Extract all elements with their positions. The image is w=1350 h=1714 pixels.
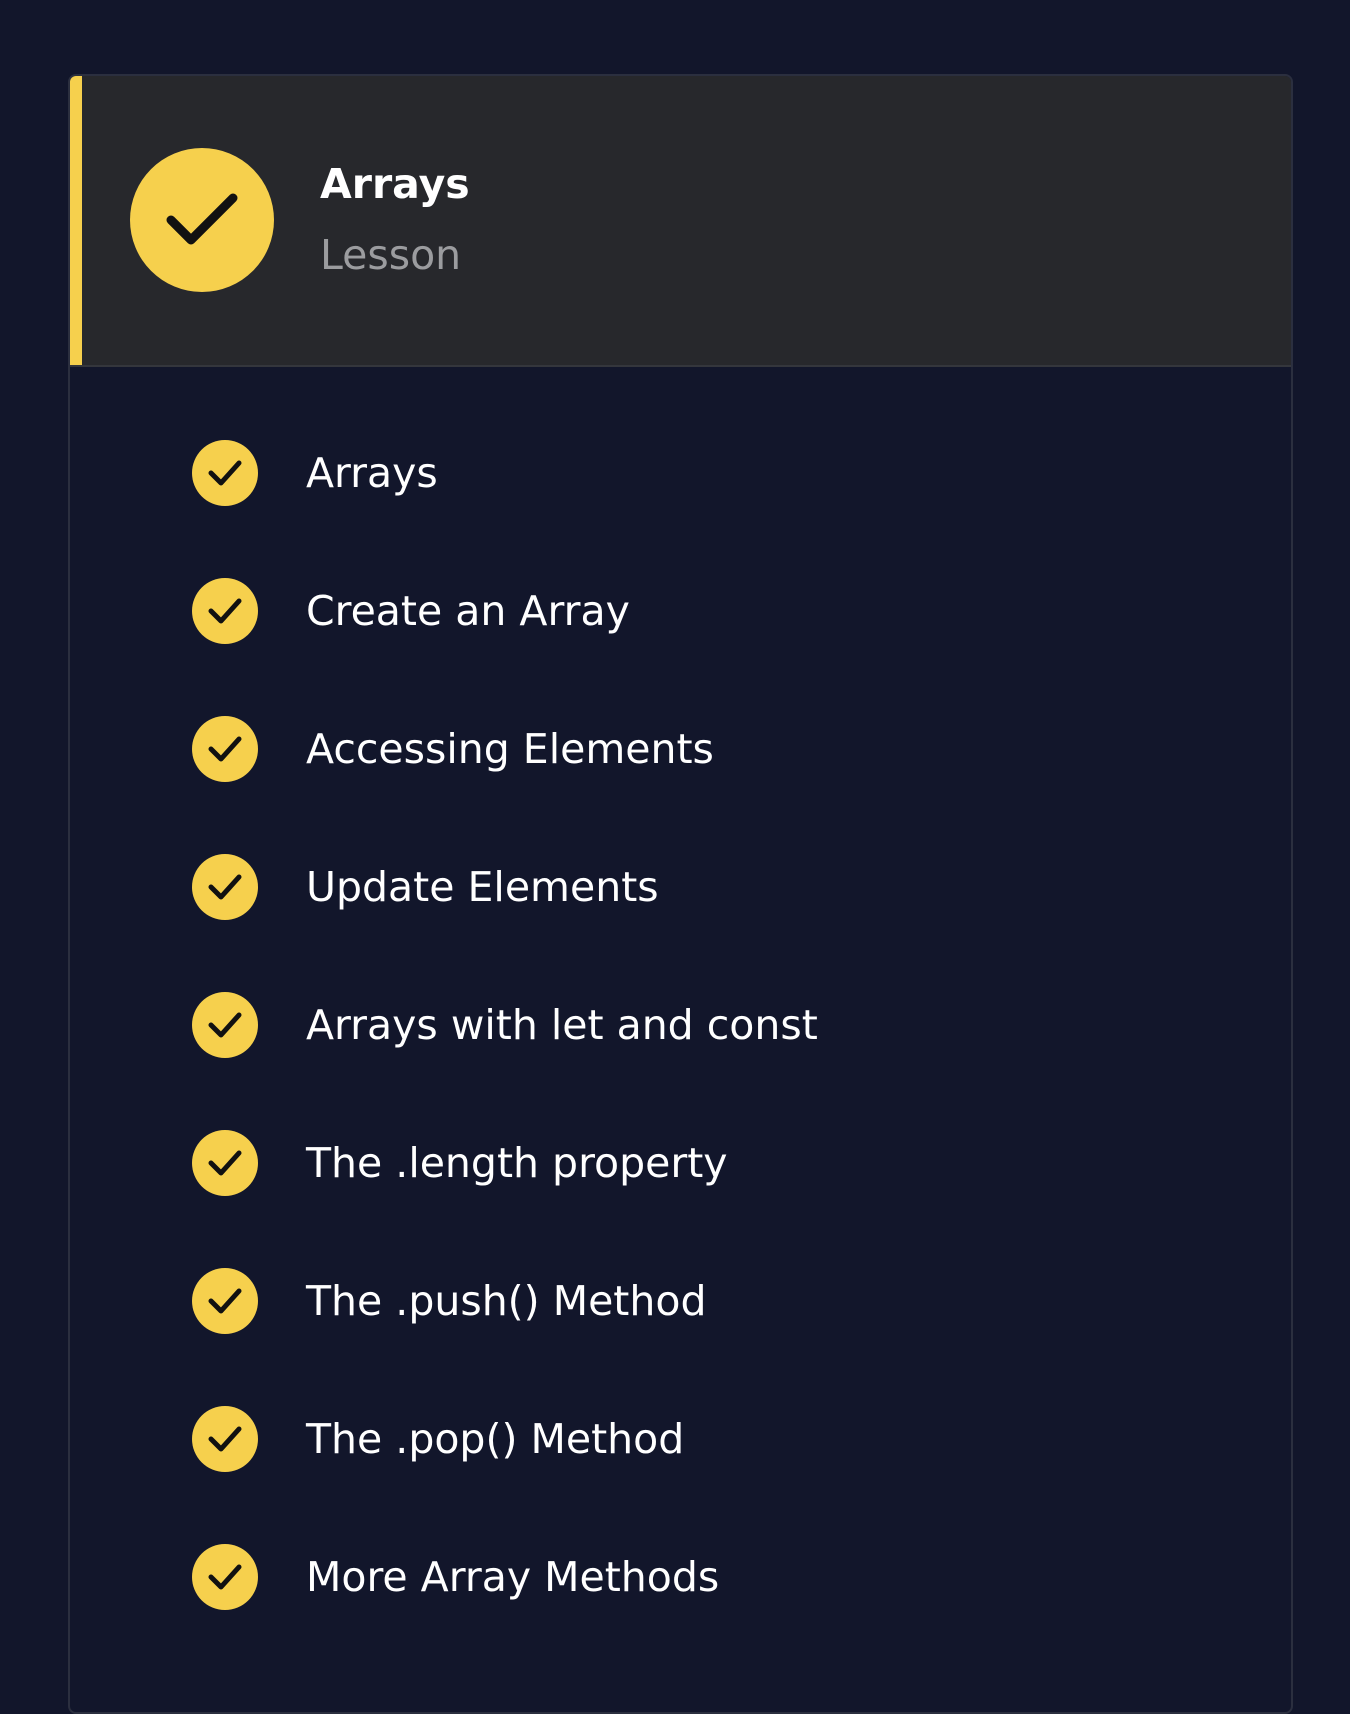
check-circle-icon [130, 148, 274, 292]
check-circle-icon [192, 578, 258, 644]
check-circle-icon [192, 440, 258, 506]
list-item[interactable]: The .push() Method [70, 1232, 1291, 1370]
list-item-label: Arrays with let and const [306, 1001, 818, 1049]
lesson-type-label: Lesson [320, 231, 462, 279]
list-item-label: More Array Methods [306, 1553, 720, 1601]
check-circle-icon [192, 1130, 258, 1196]
check-circle-icon [192, 716, 258, 782]
list-item[interactable]: Create an Array [70, 542, 1291, 680]
lesson-item-list: Arrays Create an Array Accessing Element… [70, 367, 1291, 1646]
check-circle-icon [192, 1544, 258, 1610]
list-item[interactable]: Arrays with let and const [70, 956, 1291, 1094]
list-item[interactable]: The .length property [70, 1094, 1291, 1232]
list-item-label: The .length property [306, 1139, 728, 1187]
list-item-label: Arrays [306, 449, 438, 497]
list-item-label: The .push() Method [306, 1277, 707, 1325]
list-item[interactable]: The .pop() Method [70, 1370, 1291, 1508]
list-item-label: Create an Array [306, 587, 630, 635]
lesson-title: Arrays [320, 160, 470, 208]
list-item[interactable]: Accessing Elements [70, 680, 1291, 818]
lesson-header[interactable]: Arrays Lesson [70, 76, 1291, 367]
list-item-label: Accessing Elements [306, 725, 714, 773]
active-accent-bar [70, 76, 82, 365]
check-circle-icon [192, 992, 258, 1058]
check-circle-icon [192, 1406, 258, 1472]
checkmark-icon [166, 193, 238, 245]
lesson-card: Arrays Lesson Arrays Create an Array Acc… [68, 74, 1293, 1714]
list-item-label: The .pop() Method [306, 1415, 685, 1463]
list-item[interactable]: Update Elements [70, 818, 1291, 956]
list-item[interactable]: Arrays [70, 404, 1291, 542]
list-item[interactable]: More Array Methods [70, 1508, 1291, 1646]
list-item-label: Update Elements [306, 863, 659, 911]
check-circle-icon [192, 854, 258, 920]
check-circle-icon [192, 1268, 258, 1334]
